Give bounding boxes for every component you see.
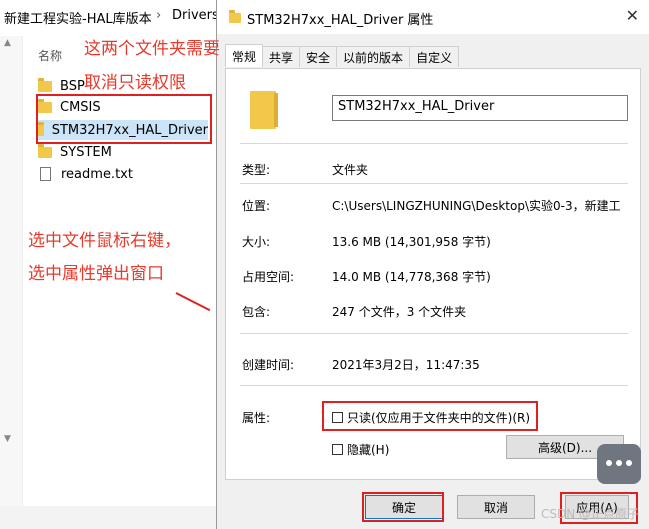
disk-size-label: 占用空间: <box>242 270 295 284</box>
explorer-breadcrumb[interactable]: 新建工程实验-HAL库版本 › Drivers <box>4 8 219 27</box>
breadcrumb-parent[interactable]: 新建工程实验-HAL库版本 <box>4 12 152 27</box>
location-value: C:\Users\LINGZHUNING\Desktop\实验0-3，新建工 <box>332 199 621 213</box>
attributes-label: 属性: <box>242 411 271 425</box>
text-file-icon <box>40 167 51 181</box>
type-label: 类型: <box>242 163 271 177</box>
item-label: BSP <box>60 78 85 94</box>
folder-name-input[interactable]: STM32H7xx_HAL_Driver <box>332 95 628 121</box>
cancel-button[interactable]: 取消 <box>457 495 535 519</box>
size-label: 大小: <box>242 235 271 249</box>
folder-icon <box>38 143 52 158</box>
annotation-note-1a: 这两个文件夹需要 <box>84 39 220 59</box>
status-bar <box>0 506 230 529</box>
folder-icon <box>38 77 52 92</box>
item-label: SYSTEM <box>60 144 112 160</box>
scroll-up-icon[interactable]: ▲ <box>4 38 11 48</box>
tab-strip: 常规 共享 安全 以前的版本 自定义 <box>225 44 460 68</box>
highlight-box-folders <box>36 94 212 144</box>
divider <box>240 183 628 184</box>
divider <box>240 385 628 386</box>
column-header-name[interactable]: 名称 <box>38 47 62 64</box>
highlight-box-readonly <box>322 401 538 431</box>
highlight-box-ok <box>362 492 444 522</box>
hidden-label[interactable]: 隐藏(H) <box>347 441 389 458</box>
navigation-pane: ▲ ▼ <box>0 36 23 506</box>
list-item[interactable]: SYSTEM <box>38 142 208 162</box>
tab-sharing[interactable]: 共享 <box>262 46 301 67</box>
tab-security[interactable]: 安全 <box>299 46 338 67</box>
item-label: readme.txt <box>61 166 133 182</box>
annotation-note-2a: 选中文件鼠标右键， <box>28 231 181 251</box>
contains-value: 247 个文件，3 个文件夹 <box>332 305 467 319</box>
watermark: CSDN @正点原子 <box>540 507 639 521</box>
created-value: 2021年3月2日，11:47:35 <box>332 358 480 372</box>
type-value: 文件夹 <box>332 163 369 177</box>
breadcrumb-current[interactable]: Drivers <box>172 8 219 23</box>
hidden-checkbox[interactable] <box>332 444 343 455</box>
annotation-note-1b: 取消只读权限 <box>84 73 186 93</box>
folder-icon <box>250 91 278 129</box>
list-item[interactable]: readme.txt <box>38 164 208 184</box>
size-value: 13.6 MB (14,301,958 字节) <box>332 235 491 249</box>
tab-general[interactable]: 常规 <box>225 44 264 67</box>
dialog-titlebar[interactable]: STM32H7xx_HAL_Driver 属性 ✕ <box>217 0 649 34</box>
breadcrumb-chevron-icon: › <box>156 8 162 23</box>
disk-size-value: 14.0 MB (14,778,368 字节) <box>332 270 491 284</box>
tab-previous-versions[interactable]: 以前的版本 <box>336 46 411 67</box>
divider <box>240 333 628 334</box>
dialog-title: STM32H7xx_HAL_Driver 属性 <box>247 13 434 28</box>
properties-dialog: STM32H7xx_HAL_Driver 属性 ✕ 常规 共享 安全 以前的版本… <box>216 0 649 529</box>
created-label: 创建时间: <box>242 358 295 372</box>
tab-customize[interactable]: 自定义 <box>409 46 460 67</box>
folder-icon <box>229 10 249 26</box>
contains-label: 包含: <box>242 305 271 319</box>
scroll-down-icon[interactable]: ▼ <box>4 434 11 444</box>
divider <box>240 143 628 144</box>
location-label: 位置: <box>242 199 271 213</box>
chat-bubble-icon[interactable] <box>597 444 641 484</box>
close-icon[interactable]: ✕ <box>626 6 639 25</box>
annotation-note-2b: 选中属性弹出窗口 <box>28 264 164 284</box>
